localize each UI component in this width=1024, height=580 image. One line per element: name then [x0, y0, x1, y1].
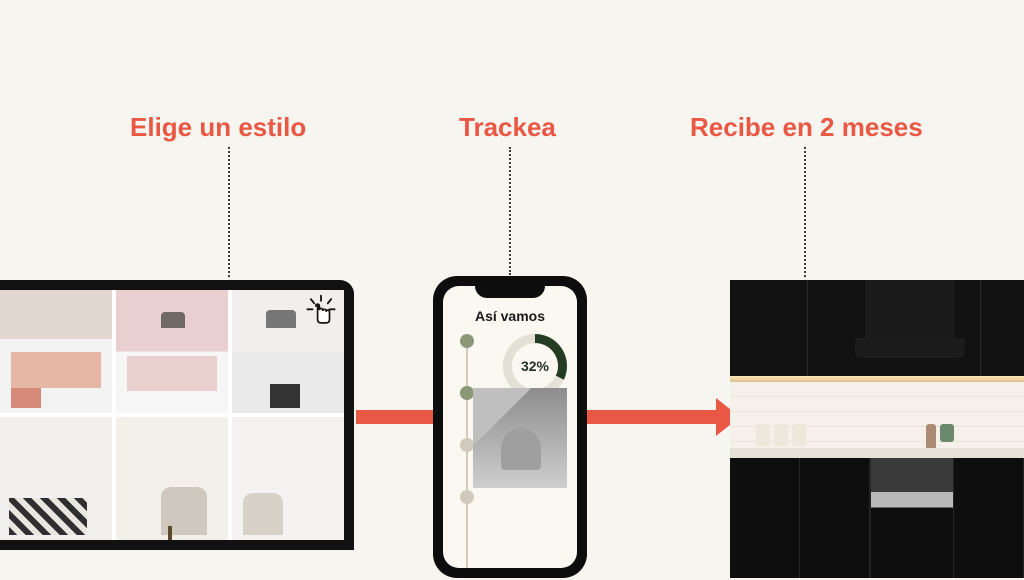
step-heading-choose: Elige un estilo — [130, 112, 306, 143]
pointer-click-icon — [304, 294, 338, 328]
progress-percent: 32% — [503, 334, 567, 398]
phone-screen: Así vamos 32% — [443, 286, 577, 568]
timeline-node — [460, 490, 474, 504]
step-heading-receive: Recibe en 2 meses — [690, 112, 923, 143]
connector-line — [228, 147, 230, 277]
phone-notch — [475, 282, 545, 298]
style-tile[interactable] — [232, 417, 344, 540]
style-tile[interactable] — [0, 417, 112, 540]
style-tile[interactable] — [116, 290, 228, 413]
style-grid — [0, 290, 344, 540]
timeline-node — [460, 438, 474, 452]
connector-line — [804, 147, 806, 277]
timeline-node — [460, 386, 474, 400]
step-heading-track: Trackea — [459, 112, 556, 143]
connector-line — [509, 147, 511, 275]
style-tile[interactable] — [116, 417, 228, 540]
result-kitchen-image — [730, 280, 1024, 578]
phone-mockup: Así vamos 32% — [433, 276, 587, 578]
laptop-screen — [0, 280, 354, 550]
timeline-node — [460, 334, 474, 348]
oven-icon — [870, 458, 954, 578]
range-hood-icon — [865, 280, 955, 340]
tracking-title: Así vamos — [453, 308, 567, 324]
laptop-mockup — [0, 280, 380, 580]
construction-photo — [473, 388, 567, 488]
style-tile[interactable] — [0, 290, 112, 413]
